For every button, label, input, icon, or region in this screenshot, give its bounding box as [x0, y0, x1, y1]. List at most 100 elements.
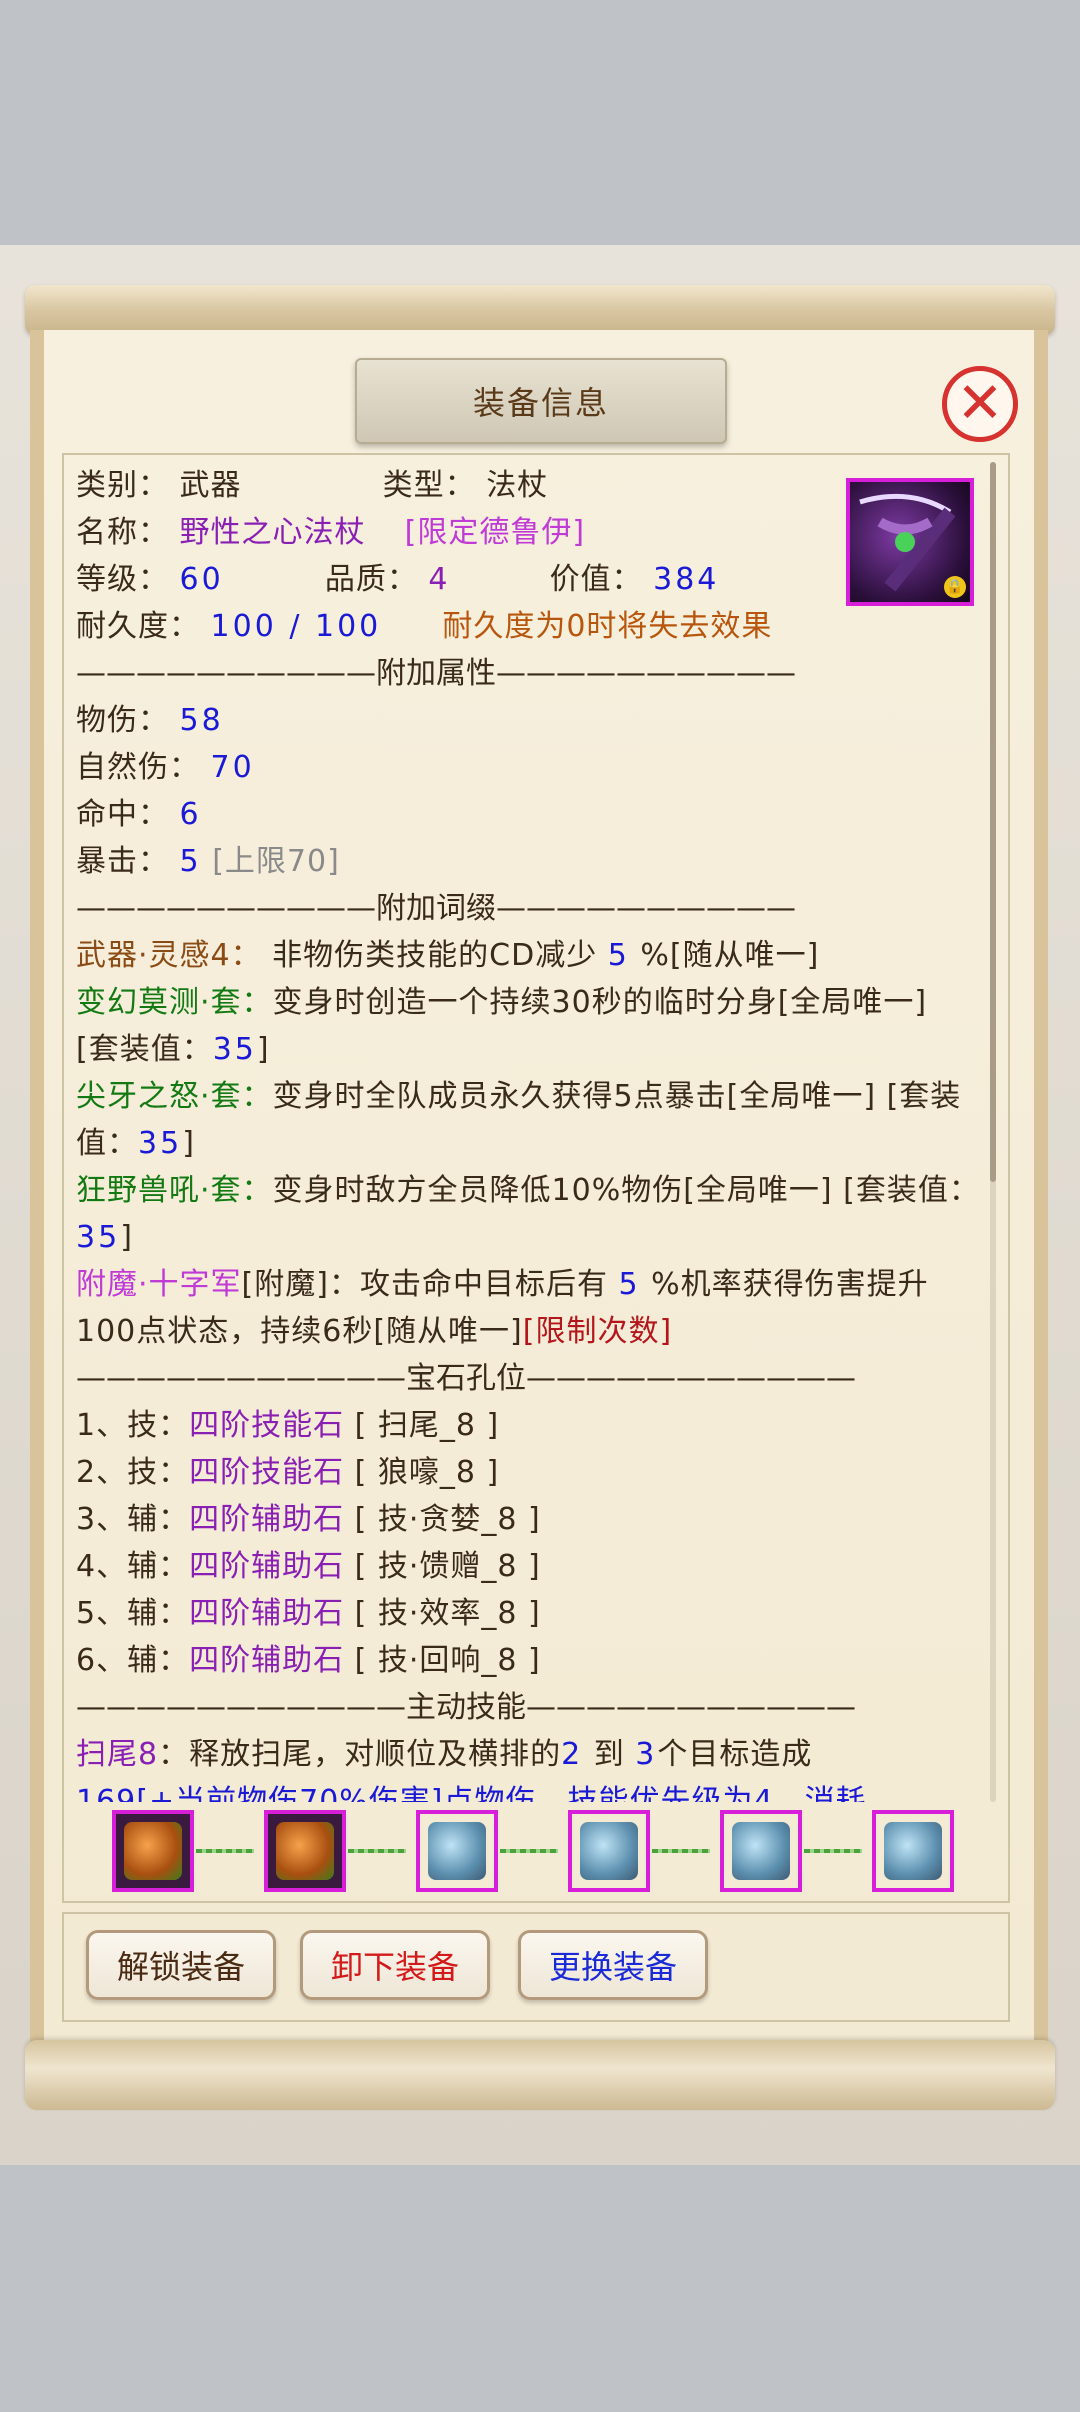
attribute-label: 物伤： [76, 703, 169, 738]
page-title: 装备信息 [472, 384, 609, 422]
affix-row: 尖牙之怒·套：变身时全队成员永久获得5点暴击[全局唯一] [套装值：35] [76, 1073, 981, 1167]
affix-text: 变身时创造一个持续30秒的临时分身[全局唯一] [272, 985, 928, 1020]
affix-name: 尖牙之怒·套： [76, 1079, 273, 1114]
gem-slot-3[interactable] [416, 1810, 498, 1892]
slot-connector [652, 1849, 710, 1853]
set-value: 35 [76, 1220, 121, 1255]
type-label: 类型： [382, 468, 476, 503]
affix-text: 变身时敌方全员降低10%物伤[全局唯一] [272, 1173, 833, 1208]
gem-kind: 辅： [127, 1596, 190, 1631]
gem-effect: [ 技·回响_8 ] [354, 1643, 541, 1678]
skill-row: 扫尾8：释放扫尾，对顺位及横排的2 到 3个目标造成 [76, 1731, 981, 1778]
blue-gem-icon [732, 1822, 790, 1880]
affix-row: 武器·灵感4： 非物伤类技能的CD减少 5 %[随从唯一] [76, 932, 981, 979]
gem-kind: 辅： [127, 1549, 190, 1584]
affix-limit: [限制次数] [522, 1314, 673, 1349]
gem-name: 四阶技能石 [189, 1408, 345, 1443]
section-active-skill: ———————————主动技能——————————— [76, 1690, 856, 1725]
attribute-row: 暴击： 5 [上限70] [76, 838, 981, 885]
affix-row: 狂野兽吼·套：变身时敌方全员降低10%物伤[全局唯一] [套装值： 35] [76, 1167, 981, 1261]
affix-name: 武器·灵感4： [76, 938, 262, 973]
attribute-value: 6 [179, 797, 202, 832]
gem-slot-2[interactable] [264, 1810, 346, 1892]
affix-text: 攻击命中目标后有 [359, 1267, 608, 1302]
quality-value: 4 [428, 562, 449, 597]
blue-gem-icon [884, 1822, 942, 1880]
close-icon: ✕ [956, 371, 1004, 436]
class-restriction: [限定德鲁伊] [404, 515, 586, 550]
slot-connector [196, 1849, 254, 1853]
scroll-rod-top [25, 285, 1055, 335]
attribute-value: 70 [210, 750, 255, 785]
attribute-label: 命中： [76, 797, 169, 832]
gem-kind: 技： [127, 1408, 190, 1443]
attribute-row: 自然伤： 70 [76, 744, 981, 791]
affix-row: 变幻莫测·套：变身时创造一个持续30秒的临时分身[全局唯一] [套装值：35] [76, 979, 981, 1073]
gem-effect: [ 技·馈赠_8 ] [354, 1549, 541, 1584]
gem-index: 2、 [76, 1455, 128, 1490]
skill-name: 扫尾8 [76, 1737, 159, 1772]
blue-gem-icon [428, 1822, 486, 1880]
skill-value: 2 [561, 1737, 584, 1772]
gem-slot-4[interactable] [568, 1810, 650, 1892]
section-extra-attributes: ——————————附加属性—————————— [76, 656, 796, 691]
durability-note: 耐久度为0时将失去效果 [442, 609, 773, 644]
slot-connector [348, 1849, 406, 1853]
gem-name: 四阶辅助石 [189, 1596, 345, 1631]
slot-connector [500, 1849, 558, 1853]
gem-index: 4、 [76, 1549, 128, 1584]
gem-name: 四阶辅助石 [189, 1502, 345, 1537]
affix-name: 附魔·十字军 [76, 1267, 242, 1302]
gem-row: 6、辅：四阶辅助石 [ 技·回响_8 ] [76, 1637, 981, 1684]
stats-row: 等级： 60 品质： 4 价值： 384 [76, 556, 981, 603]
level-label: 等级： [76, 562, 169, 597]
gem-index: 5、 [76, 1596, 128, 1631]
set-end: ] [120, 1220, 133, 1255]
gem-name: 四阶辅助石 [189, 1549, 345, 1584]
attribute-value: 58 [179, 703, 224, 738]
section-gem-sockets: ———————————宝石孔位——————————— [76, 1361, 856, 1396]
skill-row-continued: 169[+当前物伤70%伤害]点物伤，技能优先级为4，消耗 [76, 1784, 867, 1802]
orange-gem-icon [276, 1822, 334, 1880]
name-row: 名称： 野性之心法杖 [限定德鲁伊] [76, 509, 981, 556]
gem-kind: 技： [127, 1455, 190, 1490]
replace-button[interactable]: 更换装备 [518, 1930, 708, 2000]
set-value: 35 [138, 1126, 183, 1161]
close-button[interactable]: ✕ [942, 366, 1018, 442]
unequip-button[interactable]: 卸下装备 [300, 1930, 490, 2000]
type-value: 法杖 [486, 468, 549, 503]
slot-connector [804, 1849, 862, 1853]
gem-slot-1[interactable] [112, 1810, 194, 1892]
gem-row: 3、辅：四阶辅助石 [ 技·贪婪_8 ] [76, 1496, 981, 1543]
gem-name: 四阶辅助石 [189, 1643, 345, 1678]
gem-kind: 辅： [127, 1643, 190, 1678]
attribute-row: 物伤： 58 [76, 697, 981, 744]
category-value: 武器 [179, 468, 242, 503]
item-details: 类别： 武器 类型： 法杖 名称： 野性之心法杖 [限定德鲁伊] 等级： 60 … [76, 462, 981, 1802]
affix-row: 附魔·十字军[附魔]：攻击命中目标后有 5 %机率获得伤害提升100点状态，持续… [76, 1261, 981, 1355]
gem-slot-5[interactable] [720, 1810, 802, 1892]
attribute-label: 暴击： [76, 844, 169, 879]
attribute-row: 命中： 6 [76, 791, 981, 838]
unlock-button[interactable]: 解锁装备 [86, 1930, 276, 2000]
set-label: [套装值： [832, 1173, 980, 1208]
background-top [0, 0, 1080, 245]
scrollbar-thumb[interactable] [990, 462, 996, 1182]
skill-text: ：释放扫尾，对顺位及横排的 [158, 1737, 562, 1772]
affix-text: 非物伤类技能的CD减少 [272, 938, 598, 973]
affix-text: %[随从唯一] [640, 938, 820, 973]
gem-effect: [ 技·贪婪_8 ] [354, 1502, 541, 1537]
gem-row: 1、技：四阶技能石 [ 扫尾_8 ] [76, 1402, 981, 1449]
affix-value: 5 [607, 938, 630, 973]
attribute-cap: [上限70] [212, 844, 340, 879]
gem-slot-6[interactable] [872, 1810, 954, 1892]
affix-text: 变身时全队成员永久获得5点暴击[全局唯一] [272, 1079, 877, 1114]
attribute-value: 5 [179, 844, 202, 879]
gem-index: 1、 [76, 1408, 128, 1443]
gem-effect: [ 技·效率_8 ] [354, 1596, 541, 1631]
blue-gem-icon [580, 1822, 638, 1880]
durability-value: 100 / 100 [210, 609, 382, 644]
attribute-label: 自然伤： [76, 750, 200, 785]
quality-label: 品质： [324, 562, 418, 597]
category-row: 类别： 武器 类型： 法杖 [76, 462, 981, 509]
